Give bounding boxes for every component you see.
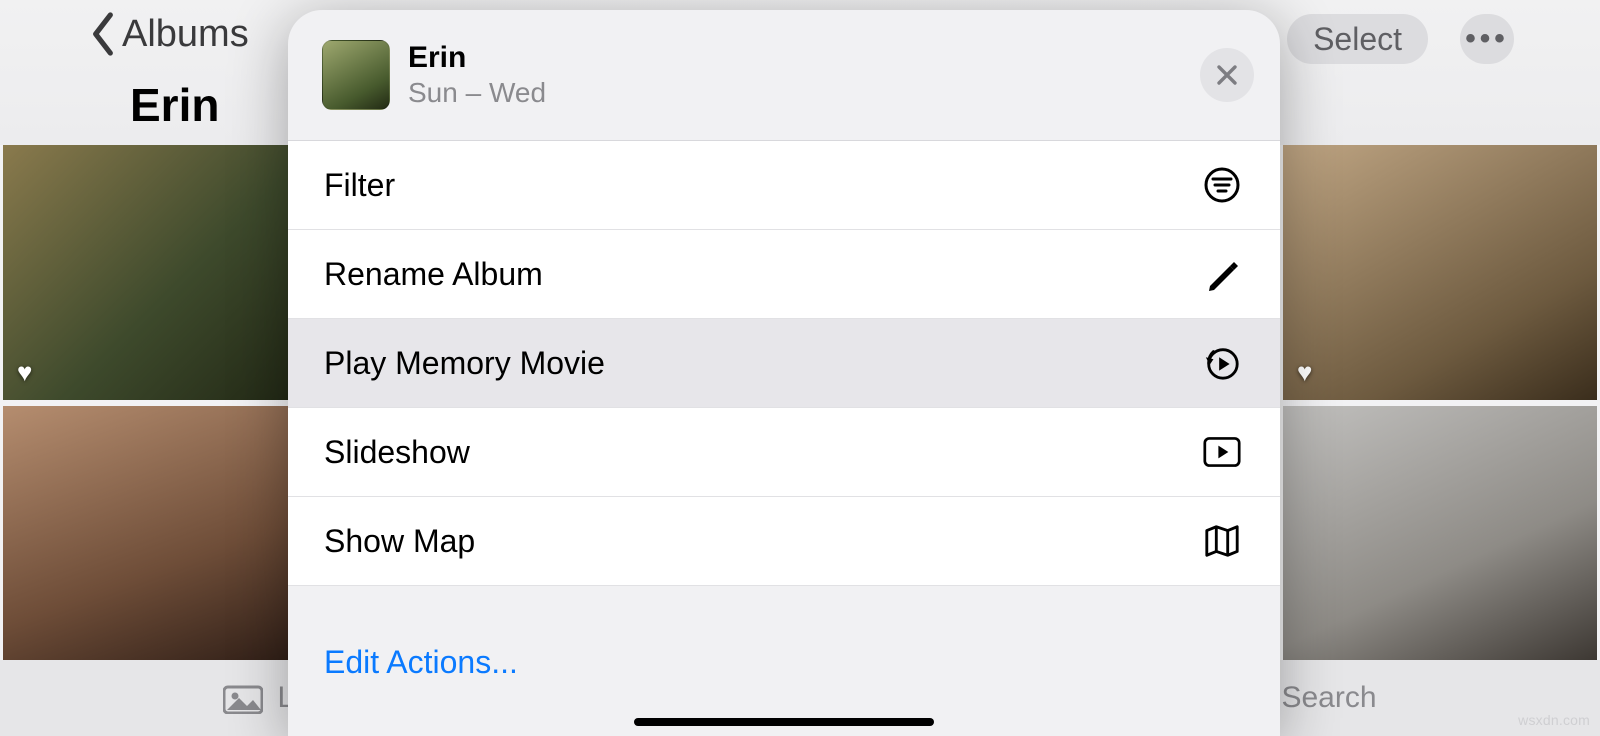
action-label: Play Memory Movie — [324, 345, 605, 382]
list-separator — [288, 585, 1280, 632]
album-thumbnail — [322, 40, 390, 110]
action-label: Slideshow — [324, 434, 470, 471]
select-label: Select — [1313, 21, 1402, 58]
album-actions-sheet: Erin Sun – Wed Filter Rename Album — [288, 10, 1280, 736]
photo-thumbnail[interactable] — [1283, 406, 1597, 661]
back-label: Albums — [122, 13, 249, 56]
action-show-map[interactable]: Show Map — [288, 496, 1280, 585]
action-rename-album[interactable]: Rename Album — [288, 229, 1280, 318]
photo-thumbnail[interactable]: ♥ — [3, 145, 317, 400]
action-label: Show Map — [324, 523, 475, 560]
sheet-title-block: Erin Sun – Wed — [408, 41, 546, 109]
filter-icon — [1203, 166, 1241, 204]
memory-movie-icon — [1203, 344, 1241, 382]
action-label: Rename Album — [324, 256, 543, 293]
page-title: Erin — [130, 78, 219, 132]
sheet-header: Erin Sun – Wed — [288, 10, 1280, 141]
watermark: wsxdn.com — [1518, 712, 1590, 728]
chevron-left-icon — [88, 12, 118, 56]
photo-thumbnail[interactable] — [3, 406, 317, 661]
action-label: Filter — [324, 167, 395, 204]
edit-actions-link[interactable]: Edit Actions... — [288, 632, 1280, 692]
tab-search[interactable]: Search — [1281, 681, 1376, 715]
ellipsis-icon: ••• — [1465, 22, 1509, 56]
select-button[interactable]: Select — [1287, 14, 1428, 64]
tab-label: Search — [1281, 681, 1376, 715]
slideshow-icon — [1203, 433, 1241, 471]
more-button[interactable]: ••• — [1460, 14, 1514, 64]
pencil-icon — [1203, 255, 1241, 293]
home-indicator[interactable] — [634, 718, 934, 726]
action-slideshow[interactable]: Slideshow — [288, 407, 1280, 496]
photo-thumbnail[interactable]: ♥ — [1283, 145, 1597, 400]
edit-actions-label: Edit Actions... — [324, 644, 518, 681]
action-play-memory-movie[interactable]: Play Memory Movie — [288, 318, 1280, 407]
action-filter[interactable]: Filter — [288, 141, 1280, 229]
favorite-icon: ♥ — [17, 357, 32, 388]
library-icon — [223, 682, 263, 714]
sheet-subtitle: Sun – Wed — [408, 77, 546, 109]
sheet-title: Erin — [408, 41, 546, 75]
action-list: Filter Rename Album Play Memory Movi — [288, 141, 1280, 632]
back-button[interactable]: Albums — [88, 12, 249, 56]
favorite-icon: ♥ — [1297, 357, 1312, 388]
close-button[interactable] — [1200, 48, 1254, 102]
close-icon — [1216, 64, 1238, 86]
map-icon — [1203, 522, 1241, 560]
